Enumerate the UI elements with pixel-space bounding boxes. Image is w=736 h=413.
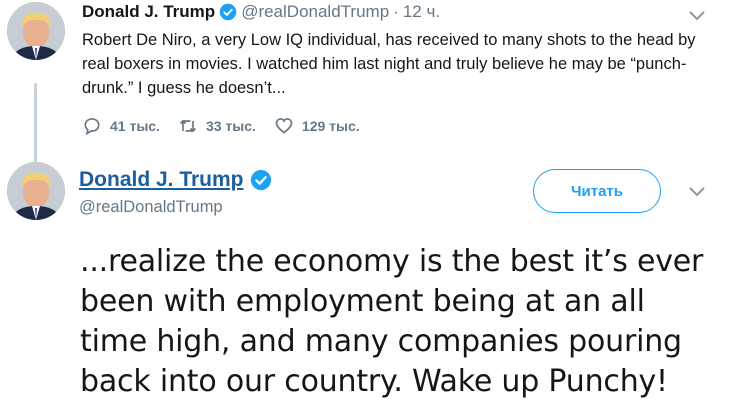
tweet1-actions: 41 тыс. 33 тыс. 129 тыс. bbox=[82, 116, 378, 136]
tweet2-author-name[interactable]: Donald J. Trump bbox=[79, 168, 276, 192]
verified-badge-icon bbox=[250, 169, 271, 191]
reply-icon bbox=[84, 118, 100, 136]
retweet-button[interactable]: 33 тыс. bbox=[178, 116, 256, 136]
thread-line bbox=[34, 83, 37, 163]
follow-button[interactable]: Читать bbox=[533, 169, 661, 213]
tweet2-text: ...realize the economy is the best it’s … bbox=[80, 244, 704, 399]
tweet1-time[interactable]: 12 ч. bbox=[403, 2, 440, 22]
chevron-down-icon[interactable] bbox=[688, 186, 706, 198]
tweet1-author-name[interactable]: Donald J. Trump bbox=[82, 2, 215, 22]
tweet1-separator: · bbox=[393, 2, 399, 21]
like-count: 129 тыс. bbox=[301, 118, 360, 134]
retweet-icon bbox=[179, 119, 197, 133]
like-icon bbox=[275, 118, 293, 134]
tweet2-author-name-text[interactable]: Donald J. Trump bbox=[79, 168, 244, 192]
tweet2-handle[interactable]: @realDonaldTrump bbox=[79, 198, 223, 217]
avatar[interactable] bbox=[7, 162, 65, 220]
chevron-down-icon[interactable] bbox=[688, 10, 706, 22]
avatar[interactable] bbox=[7, 2, 65, 60]
reply-button[interactable]: 41 тыс. bbox=[82, 116, 160, 136]
tweet1-handle[interactable]: @realDonaldTrump bbox=[241, 2, 389, 22]
reply-count: 41 тыс. bbox=[110, 118, 160, 134]
tweet1-header: Donald J. Trump @realDonaldTrump · 12 ч. bbox=[82, 2, 440, 22]
retweet-count: 33 тыс. bbox=[205, 118, 256, 134]
like-button[interactable]: 129 тыс. bbox=[274, 116, 360, 136]
tweet1-text: Robert De Niro, a very Low IQ individual… bbox=[82, 31, 696, 97]
verified-badge-icon bbox=[219, 3, 237, 21]
